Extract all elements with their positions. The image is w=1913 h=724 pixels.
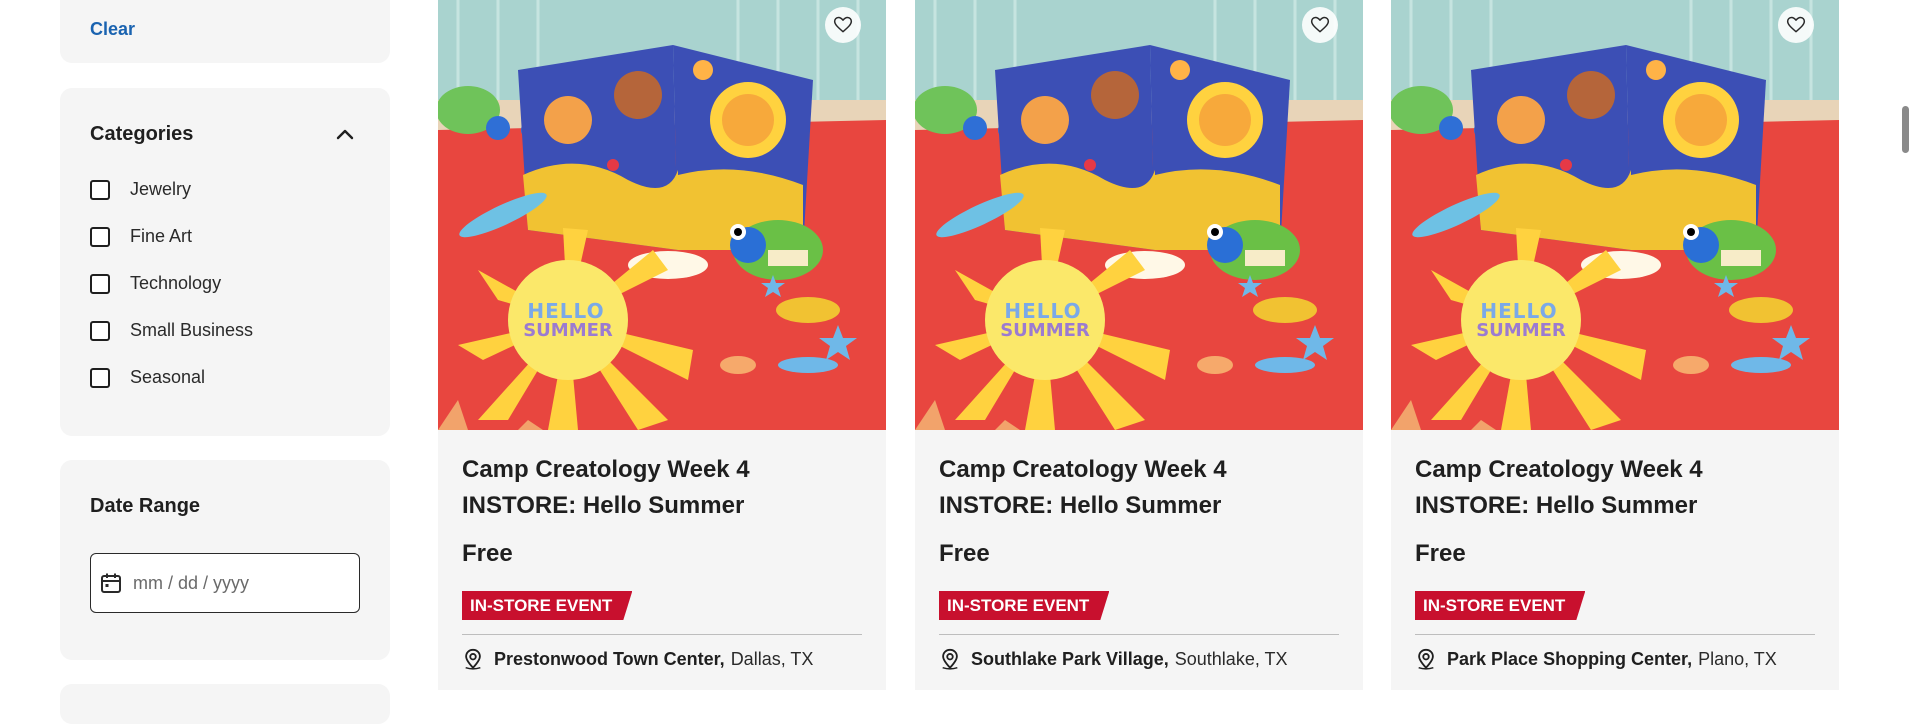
event-location: Prestonwood Town Center, Dallas, TX	[462, 648, 813, 670]
categories-filter-panel: Categories Jewelry Fine Art Technology S…	[60, 88, 390, 436]
event-image: HELLO SUMMER	[1391, 0, 1839, 430]
store-name[interactable]: Prestonwood Town Center,	[494, 649, 725, 670]
event-type-badge: IN-STORE EVENT	[1415, 591, 1585, 620]
location-pin-icon	[1418, 648, 1434, 670]
event-price: Free	[939, 540, 990, 567]
checkbox[interactable]	[90, 320, 110, 341]
event-title[interactable]: Camp Creatology Week 4 INSTORE: Hello Su…	[462, 452, 862, 524]
divider	[462, 634, 862, 635]
event-image: HELLO SUMMER	[438, 0, 886, 430]
image-text: SUMMER	[523, 320, 613, 341]
divider	[1415, 634, 1815, 635]
category-label: Jewelry	[130, 179, 192, 199]
divider	[939, 634, 1339, 635]
category-item-technology[interactable]: Technology	[90, 272, 253, 295]
date-input[interactable]	[131, 571, 335, 595]
clear-filters-link[interactable]: Clear	[90, 19, 135, 40]
categories-title: Categories	[90, 123, 194, 145]
image-text: SUMMER	[1476, 320, 1566, 341]
checkbox[interactable]	[90, 179, 110, 200]
event-image: HELLO SUMMER	[915, 0, 1363, 430]
event-image-container[interactable]: HELLO SUMMER	[915, 0, 1363, 430]
next-filter-panel	[60, 684, 390, 724]
category-item-small-business[interactable]: Small Business	[90, 319, 253, 342]
date-range-field[interactable]	[90, 553, 360, 613]
calendar-icon	[101, 573, 121, 593]
category-label: Fine Art	[130, 226, 193, 246]
store-city: Plano, TX	[1698, 648, 1777, 669]
heart-icon	[1786, 16, 1806, 33]
chevron-up-icon[interactable]	[334, 124, 356, 146]
event-title[interactable]: Camp Creatology Week 4 INSTORE: Hello Su…	[939, 452, 1339, 524]
event-price: Free	[462, 540, 513, 567]
heart-icon	[833, 16, 853, 33]
checkbox[interactable]	[90, 226, 110, 247]
event-card[interactable]: HELLO SUMMER Camp Creatology Week 4 INST…	[915, 0, 1363, 690]
category-label: Technology	[130, 273, 222, 293]
store-name[interactable]: Southlake Park Village,	[971, 649, 1169, 670]
event-image-container[interactable]: HELLO SUMMER	[1391, 0, 1839, 430]
event-type-badge: IN-STORE EVENT	[462, 591, 632, 620]
event-image-container[interactable]: HELLO SUMMER	[438, 0, 886, 430]
category-label: Seasonal	[130, 367, 206, 387]
checkbox[interactable]	[90, 367, 110, 388]
store-name[interactable]: Park Place Shopping Center,	[1447, 649, 1692, 670]
date-range-panel: Date Range	[60, 460, 390, 660]
location-pin-icon	[942, 648, 958, 670]
event-title[interactable]: Camp Creatology Week 4 INSTORE: Hello Su…	[1415, 452, 1815, 524]
favorite-button[interactable]	[825, 7, 861, 43]
checkbox[interactable]	[90, 273, 110, 294]
event-location: Southlake Park Village, Southlake, TX	[939, 648, 1288, 670]
event-card[interactable]: HELLO SUMMER Camp Creatology Week 4 INST…	[1391, 0, 1839, 690]
date-range-title: Date Range	[90, 495, 201, 517]
event-price: Free	[1415, 540, 1466, 567]
favorite-button[interactable]	[1778, 7, 1814, 43]
filter-clear-panel: Clear	[60, 0, 390, 63]
location-pin-icon	[465, 648, 481, 670]
event-location: Park Place Shopping Center, Plano, TX	[1415, 648, 1777, 670]
category-list: Jewelry Fine Art Technology Small Busine…	[90, 178, 253, 413]
category-label: Small Business	[130, 320, 254, 340]
event-card[interactable]: HELLO SUMMER Camp Creatology Week 4 INST…	[438, 0, 886, 690]
scrollbar-thumb[interactable]	[1902, 106, 1909, 153]
category-item-jewelry[interactable]: Jewelry	[90, 178, 253, 201]
store-city: Dallas, TX	[730, 648, 814, 669]
heart-icon	[1310, 16, 1330, 33]
favorite-button[interactable]	[1302, 7, 1338, 43]
store-city: Southlake, TX	[1174, 648, 1288, 669]
category-item-seasonal[interactable]: Seasonal	[90, 366, 253, 389]
event-type-badge: IN-STORE EVENT	[939, 591, 1109, 620]
category-item-fine-art[interactable]: Fine Art	[90, 225, 253, 248]
image-text: SUMMER	[1000, 320, 1090, 341]
